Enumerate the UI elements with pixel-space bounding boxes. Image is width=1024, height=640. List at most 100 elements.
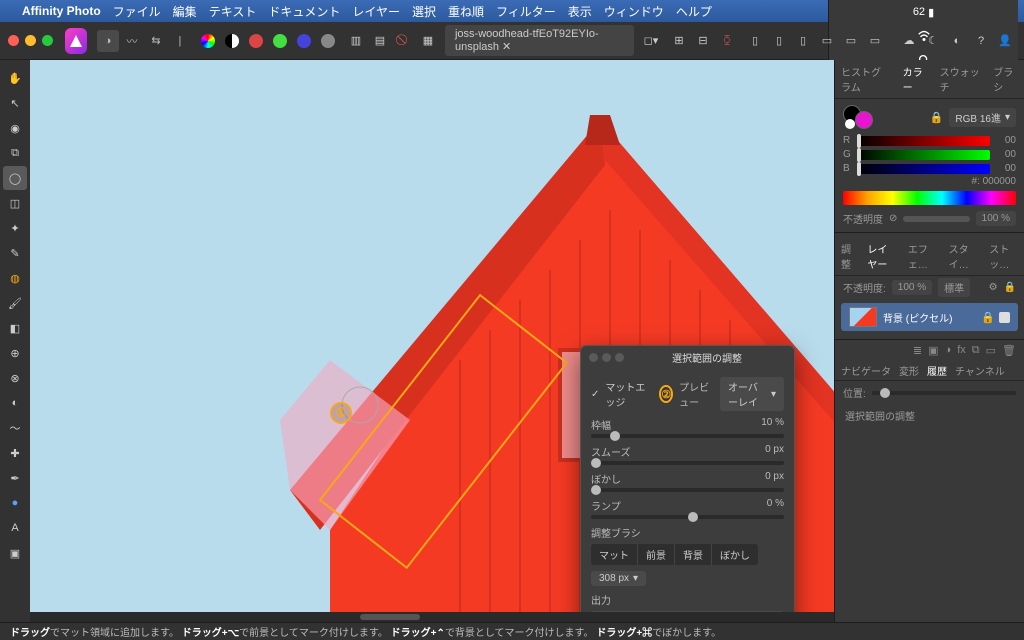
history-item[interactable]: 選択範囲の調整 [835, 404, 1024, 427]
account-icon[interactable]: 👤 [994, 30, 1016, 52]
close-window-icon[interactable] [8, 35, 19, 46]
crop-panel-icon[interactable]: ⧉ [972, 344, 980, 357]
color-lock-icon[interactable]: 🔒 [930, 111, 944, 124]
menu-arrange[interactable]: 重ね順 [448, 3, 484, 20]
menu-text[interactable]: テキスト [209, 3, 257, 20]
snap-magnet-icon[interactable]: ⧲ [716, 30, 738, 52]
align-left-icon[interactable]: ▯ [744, 30, 766, 52]
mask-mode-icon[interactable]: ◻︎▾ [640, 30, 662, 52]
swatch-bw-icon[interactable] [221, 30, 243, 52]
b-slider[interactable]: B00 [843, 163, 1016, 174]
align-center-icon[interactable]: ▯ [768, 30, 790, 52]
menu-view[interactable]: 表示 [568, 3, 592, 20]
hue-strip[interactable] [843, 191, 1016, 205]
swatch-picker-icon[interactable] [197, 30, 219, 52]
ramp-slider[interactable]: ランプ0 % [591, 498, 784, 519]
blend-mode-dropdown[interactable]: 標準 [938, 278, 970, 297]
crop-tool-icon[interactable]: ⧉ [3, 141, 27, 165]
group-icon[interactable]: ▭ [986, 344, 996, 357]
window-controls[interactable] [8, 35, 53, 46]
smudge-tool-icon[interactable]: 〜 [3, 416, 27, 440]
opacity-slider[interactable] [903, 216, 969, 222]
align-top-icon[interactable]: ▭ [816, 30, 838, 52]
autolevels-icon[interactable]: ▥ [345, 30, 367, 52]
color-panel-tabs[interactable]: ヒストグラム カラー スウォッチ ブラシ [835, 60, 1024, 99]
dodge-tool-icon[interactable]: ◐ [3, 391, 27, 415]
menu-document[interactable]: ドキュメント [268, 3, 340, 20]
layer-lock-indicator-icon[interactable]: 🔒 [981, 311, 995, 324]
stock-icon[interactable]: ☁︎ [898, 30, 920, 52]
layer-opacity-dropdown[interactable]: 100 % [892, 280, 932, 295]
document-tab[interactable]: joss-woodhead-tfEoT92EYIo-unsplash ✕ [445, 25, 634, 56]
app-menu[interactable]: Affinity Photo [22, 4, 101, 18]
mask-icon[interactable]: ▣ [928, 344, 938, 357]
matte-edge-checkbox[interactable]: ✓ [591, 389, 599, 400]
zoom-window-icon[interactable] [42, 35, 53, 46]
paint-tool-icon[interactable]: 🖌 [3, 291, 27, 315]
align-middle-icon[interactable]: ▭ [840, 30, 862, 52]
smooth-slider[interactable]: スムーズ0 px [591, 444, 784, 465]
layer-visible-checkbox[interactable] [999, 312, 1010, 323]
fg-bg-color-icon[interactable] [843, 105, 875, 129]
color-mode-dropdown[interactable]: RGB 16進 ▾ [949, 108, 1016, 127]
liquify-persona-icon[interactable]: 〰 [121, 30, 143, 52]
menu-edit[interactable]: 編集 [173, 3, 197, 20]
dialog-window-controls[interactable] [589, 353, 624, 362]
autocontrast-icon[interactable]: ▤ [369, 30, 391, 52]
flood-select-tool-icon[interactable]: ✦ [3, 216, 27, 240]
border-width-slider[interactable]: 枠幅10 % [591, 417, 784, 438]
erase-tool-icon[interactable]: ◧ [3, 316, 27, 340]
fx-icon[interactable]: fx [957, 344, 966, 357]
swatch-green-icon[interactable] [269, 30, 291, 52]
menu-select[interactable]: 選択 [412, 3, 436, 20]
feather-slider[interactable]: ぼかし0 px [591, 471, 784, 492]
help-icon[interactable]: ? [970, 30, 992, 52]
hand-tool-icon[interactable]: ✋ [3, 66, 27, 90]
swatch-blue-icon[interactable] [293, 30, 315, 52]
toggle-icon[interactable]: ▦ [417, 30, 439, 52]
adjust-icon[interactable]: ◑ [945, 344, 952, 357]
bottom-panel-tabs[interactable]: ナビゲータ 変形 履歴 チャンネル [835, 361, 1024, 381]
layers-panel-tabs[interactable]: 調整 レイヤー エフェ… スタイ… ストッ… [835, 237, 1024, 276]
move-tool-icon[interactable]: ↖ [3, 91, 27, 115]
trash-icon[interactable]: 🗑 [1002, 344, 1016, 357]
addon-icon[interactable]: ◐ [946, 30, 968, 52]
minimize-window-icon[interactable] [25, 35, 36, 46]
clone-tool-icon[interactable]: ⊕ [3, 341, 27, 365]
opacity-value[interactable]: 100 % [976, 211, 1016, 226]
preview-dropdown[interactable]: オーバーレイ▾ [720, 377, 784, 411]
heal-tool-icon[interactable]: ✚ [3, 441, 27, 465]
pen-tool-icon[interactable]: ✒ [3, 466, 27, 490]
swatch-tool-icon[interactable]: ▣ [3, 541, 27, 565]
align-bottom-icon[interactable]: ▭ [864, 30, 886, 52]
marquee-tool-icon[interactable]: ◫ [3, 191, 27, 215]
color-picker-tool-icon[interactable]: ◉ [3, 116, 27, 140]
output-dropdown[interactable]: 選択▾ [591, 611, 784, 612]
layer-options-icon[interactable]: ⚙ [989, 282, 998, 293]
layer-row[interactable]: 背景 (ピクセル) 🔒 [841, 303, 1018, 331]
canvas-h-scrollbar[interactable] [30, 612, 834, 622]
assistant-icon[interactable]: ☾ [922, 30, 944, 52]
hex-value[interactable]: #: 000000 [843, 176, 1016, 187]
shape-tool-icon[interactable]: ● [3, 491, 27, 515]
brush-mode-segment[interactable]: マット 前景 背景 ぼかし [591, 544, 758, 565]
brush-tool-icon[interactable]: ✎ [3, 241, 27, 265]
r-slider[interactable]: R00 [843, 135, 1016, 146]
menu-window[interactable]: ウィンドウ [604, 3, 664, 20]
g-slider[interactable]: G00 [843, 149, 1016, 160]
menu-help[interactable]: ヘルプ [676, 3, 712, 20]
fill-tool-icon[interactable]: ◍ [3, 266, 27, 290]
align-right-icon[interactable]: ▯ [792, 30, 814, 52]
no-selection-icon[interactable]: ⃠ [393, 30, 415, 52]
snap-grid-icon[interactable]: ⊞ [668, 30, 690, 52]
menu-layer[interactable]: レイヤー [352, 3, 400, 20]
opacity-none-icon[interactable]: ⊘ [889, 213, 897, 224]
layer-lock-icon[interactable]: 🔒 [1004, 282, 1016, 293]
stamp-tool-icon[interactable]: ⊗ [3, 366, 27, 390]
menu-file[interactable]: ファイル [113, 3, 161, 20]
menu-filter[interactable]: フィルター [496, 3, 556, 20]
photo-persona-icon[interactable]: ◑ [97, 30, 119, 52]
snap-guides-icon[interactable]: ⊟ [692, 30, 714, 52]
brush-size-dropdown[interactable]: 308 px ▾ [591, 571, 646, 586]
layers-stack-icon[interactable]: ≣ [913, 344, 922, 357]
